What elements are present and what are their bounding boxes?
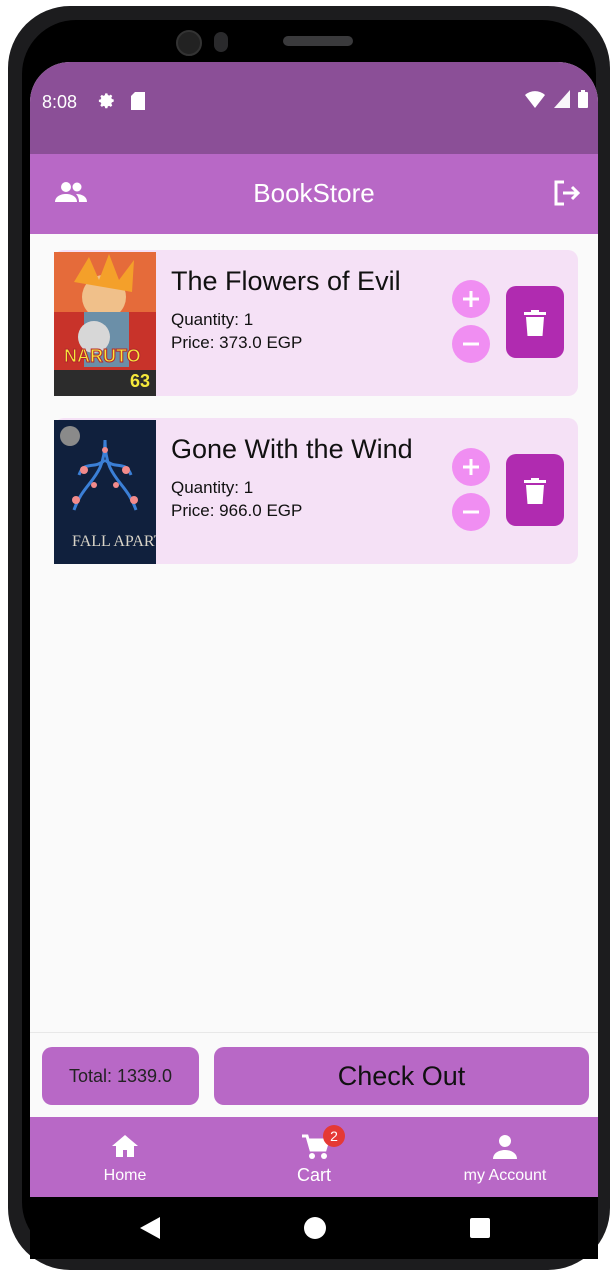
- cart-item: NARUTO 63 The Flowers of Evil Quantity: …: [54, 250, 578, 396]
- sd-card-icon: [131, 92, 146, 111]
- trash-icon: [524, 478, 546, 504]
- increase-quantity-button[interactable]: [452, 448, 490, 486]
- nav-label: Cart: [296, 1165, 331, 1185]
- plus-icon: [463, 459, 479, 475]
- nav-label: Home: [103, 1167, 147, 1184]
- delete-item-button[interactable]: [506, 454, 564, 526]
- decrease-quantity-button[interactable]: [452, 493, 490, 531]
- battery-icon: [578, 90, 588, 108]
- status-bar: 8:08: [30, 62, 598, 154]
- earpiece: [283, 36, 353, 46]
- total-display: Total: 1339.0: [42, 1047, 199, 1105]
- recents-icon[interactable]: [470, 1218, 490, 1238]
- footer-divider: [30, 1032, 598, 1033]
- nav-cart[interactable]: 2 Cart: [239, 1117, 389, 1197]
- book-cover: FALL APART: [54, 420, 156, 564]
- svg-text:63: 63: [130, 371, 150, 391]
- app-title: BookStore: [253, 178, 375, 208]
- nav-account[interactable]: my Account: [430, 1117, 580, 1197]
- back-icon[interactable]: [140, 1217, 160, 1239]
- book-price: Price: 373.0 EGP: [171, 333, 303, 352]
- wifi-icon: [525, 91, 546, 108]
- cart-item: FALL APART Gone With the Wind Quantity: …: [54, 418, 578, 564]
- cart-badge: 2: [323, 1125, 345, 1147]
- book-cover: NARUTO 63: [54, 252, 156, 396]
- system-navigation-bar: [30, 1197, 598, 1259]
- app-screen: 8:08 BookStore NARUTO 63 The Flowers of …: [30, 62, 598, 1197]
- book-price: Price: 966.0 EGP: [171, 501, 303, 520]
- book-cover-image: NARUTO 63: [54, 252, 156, 396]
- nav-label: my Account: [463, 1167, 547, 1184]
- status-time: 8:08: [42, 92, 78, 112]
- front-camera: [176, 30, 202, 56]
- book-title: The Flowers of Evil: [171, 266, 401, 296]
- home-circle-icon[interactable]: [304, 1217, 326, 1239]
- logout-icon: [554, 180, 581, 206]
- book-cover-image: FALL APART: [54, 420, 156, 564]
- app-bar: BookStore: [30, 154, 598, 234]
- person-icon: [493, 1135, 517, 1159]
- trash-icon: [524, 310, 546, 336]
- minus-icon: [463, 510, 479, 514]
- signal-icon: [553, 90, 570, 108]
- checkout-button[interactable]: Check Out: [214, 1047, 589, 1105]
- svg-text:NARUTO: NARUTO: [64, 346, 141, 366]
- book-quantity: Quantity: 1: [171, 310, 254, 329]
- nav-home[interactable]: Home: [50, 1117, 200, 1197]
- book-title: Gone With the Wind: [171, 434, 413, 464]
- decrease-quantity-button[interactable]: [452, 325, 490, 363]
- delete-item-button[interactable]: [506, 286, 564, 358]
- proximity-sensor: [214, 32, 228, 52]
- logout-button[interactable]: [552, 178, 582, 213]
- svg-text:FALL APART: FALL APART: [72, 533, 156, 550]
- bottom-navigation: Home 2 Cart my Account: [30, 1117, 598, 1197]
- home-icon: [112, 1135, 138, 1157]
- settings-icon: [98, 93, 114, 109]
- minus-icon: [463, 342, 479, 346]
- plus-icon: [463, 291, 479, 307]
- book-quantity: Quantity: 1: [171, 478, 254, 497]
- increase-quantity-button[interactable]: [452, 280, 490, 318]
